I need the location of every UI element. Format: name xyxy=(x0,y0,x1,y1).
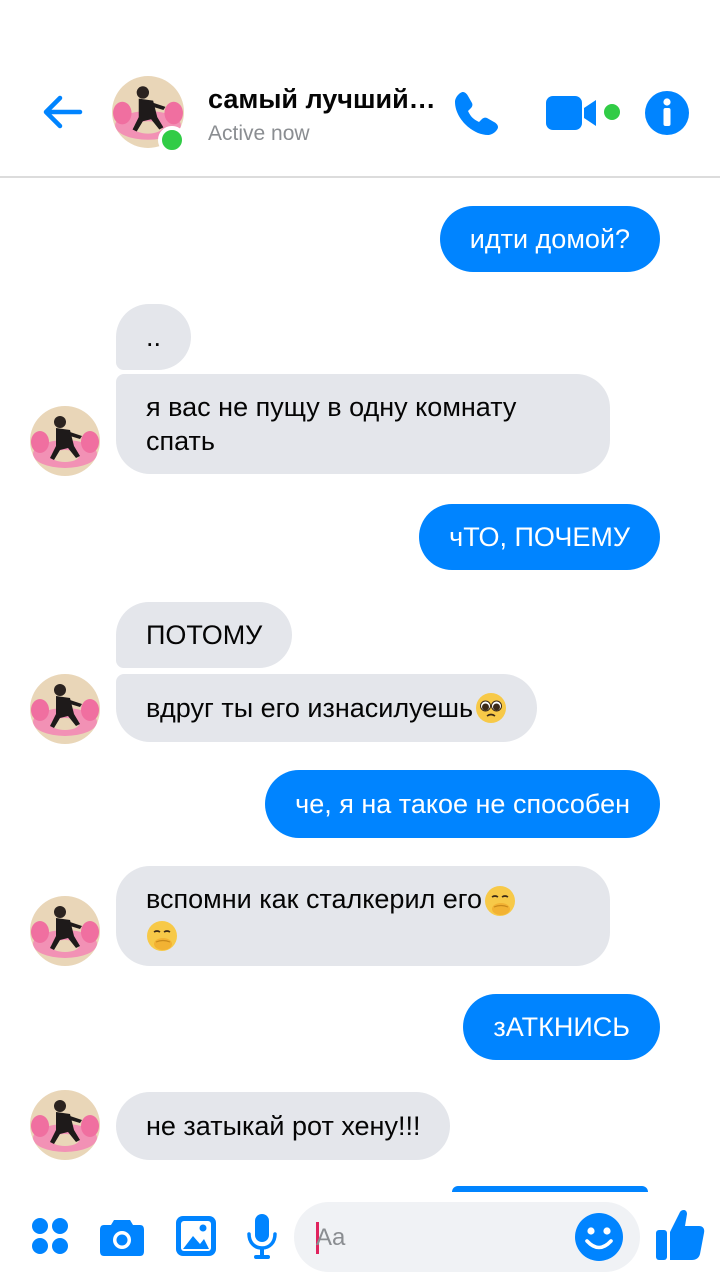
message-incoming[interactable]: не затыкай рот хену!!! xyxy=(116,1092,451,1160)
thumbs-up-like-icon[interactable] xyxy=(654,1206,706,1262)
apps-grid-icon[interactable] xyxy=(30,1216,70,1256)
message-outgoing[interactable]: зАТКНИСЬ xyxy=(463,994,660,1060)
camera-icon[interactable] xyxy=(98,1214,146,1258)
emoji-smiley-icon[interactable] xyxy=(574,1212,624,1262)
message-input-container[interactable] xyxy=(294,1202,640,1272)
message-incoming[interactable]: вспомни как сталкерил его xyxy=(116,866,610,966)
message-outgoing[interactable]: идти домой? xyxy=(439,206,660,272)
active-status: Active now xyxy=(208,122,310,145)
back-arrow-icon[interactable] xyxy=(36,86,88,138)
message-incoming[interactable]: вдруг ты его изнасилуешь xyxy=(116,674,538,742)
message-input[interactable] xyxy=(316,1218,556,1258)
phone-call-icon[interactable] xyxy=(450,88,502,140)
message-incoming[interactable]: ПОТОМУ xyxy=(116,602,293,668)
sender-avatar[interactable] xyxy=(30,896,100,966)
video-call-icon[interactable] xyxy=(544,92,604,134)
pleading-face-emoji-icon xyxy=(476,693,507,723)
microphone-icon[interactable] xyxy=(244,1212,280,1260)
sender-avatar[interactable] xyxy=(30,406,100,476)
face-with-hand-over-mouth-emoji-icon xyxy=(147,920,177,951)
info-icon[interactable] xyxy=(644,90,690,136)
message-incoming[interactable]: .. xyxy=(116,304,192,370)
face-with-hand-over-mouth-emoji-icon xyxy=(485,885,516,916)
contact-name[interactable]: самый лучший… xyxy=(208,84,436,115)
sender-avatar[interactable] xyxy=(30,674,100,744)
online-status-dot xyxy=(158,126,186,154)
gallery-icon[interactable] xyxy=(174,1214,218,1258)
message-incoming[interactable]: я вас не пущу в одну комнату спать xyxy=(116,374,610,474)
conversation-header: самый лучший… Active now xyxy=(0,0,720,178)
message-outgoing[interactable]: че, я на такое не способен xyxy=(265,770,660,838)
sender-avatar[interactable] xyxy=(30,1090,100,1160)
message-outgoing[interactable]: чТО, ПОЧЕМУ xyxy=(419,504,660,570)
video-active-dot xyxy=(604,104,620,120)
